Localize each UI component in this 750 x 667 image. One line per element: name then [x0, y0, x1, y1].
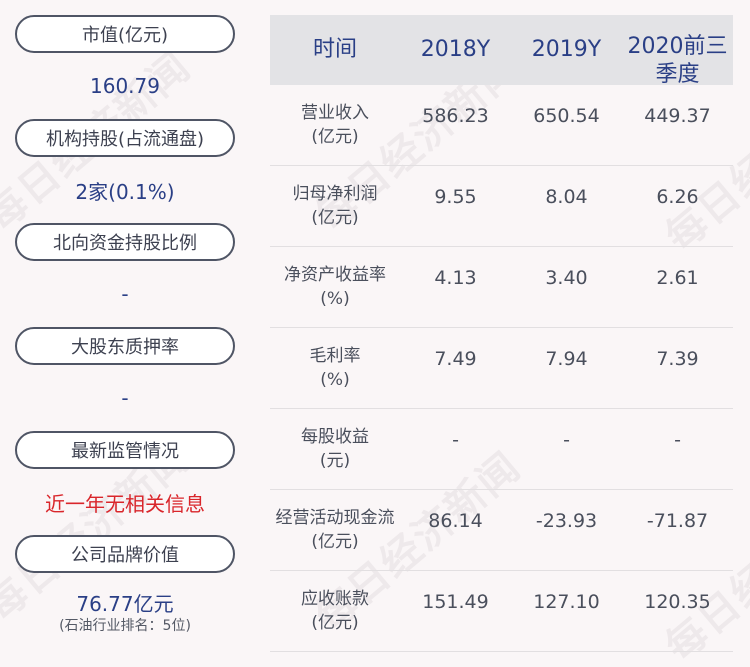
table-row: 经营活动现金流 (亿元) 86.14 -23.93 -71.87 [270, 490, 733, 571]
brand-value-block: 76.77亿元 (石油行业排名：5位) [15, 573, 235, 653]
row-label-unit: (%) [320, 370, 350, 390]
table-cell: 4.13 [434, 267, 477, 289]
table-cell: 127.10 [533, 591, 600, 613]
row-label: 净资产收益率 (%) [270, 247, 400, 327]
brand-rank: (石油行业排名：5位) [59, 618, 191, 634]
row-label-text: 归母净利润 [292, 184, 378, 204]
row-label-text: 经营活动现金流 [275, 508, 395, 528]
left-panel: 市值(亿元) 160.79 机构持股(占流通盘) 2家(0.1%) 北向资金持股… [15, 15, 235, 653]
row-label: 每股收益 (元) [270, 409, 400, 489]
brand-value: 76.77亿元 [76, 592, 174, 616]
table-cell: - [563, 429, 570, 451]
row-label: 归母净利润 (亿元) [270, 166, 400, 246]
regulation-label: 最新监管情况 [15, 431, 235, 469]
brand-value-label: 公司品牌价值 [15, 535, 235, 573]
table-cell: -23.93 [535, 510, 598, 532]
row-label-unit: (亿元) [311, 532, 359, 552]
table-cell: 586.23 [422, 105, 489, 127]
table-cell: 151.49 [422, 591, 489, 613]
row-label: 营业收入 (亿元) [270, 85, 400, 165]
table-row: 毛利率 (%) 7.49 7.94 7.39 [270, 328, 733, 409]
northbound-ratio-value: - [121, 282, 129, 306]
table-cell: 449.37 [644, 105, 711, 127]
row-label: 应收账款 (亿元) [270, 571, 400, 651]
table-cell: 650.54 [533, 105, 600, 127]
row-label-unit: (亿元) [311, 127, 359, 147]
table-cell: 9.55 [434, 186, 477, 208]
row-label-unit: (元) [319, 451, 351, 471]
table-row: 归母净利润 (亿元) 9.55 8.04 6.26 [270, 166, 733, 247]
pledge-rate-label: 大股东质押率 [15, 327, 235, 365]
table-cell: 8.04 [545, 186, 588, 208]
header-2019: 2019Y [531, 37, 602, 62]
table-row: 净资产收益率 (%) 4.13 3.40 2.61 [270, 247, 733, 328]
table-cell: 120.35 [644, 591, 711, 613]
header-2018: 2018Y [420, 37, 491, 62]
table-cell: 7.39 [656, 348, 699, 370]
table-row: 营业收入 (亿元) 586.23 650.54 449.37 [270, 85, 733, 166]
row-label-text: 毛利率 [309, 346, 361, 366]
institution-holding-value: 2家(0.1%) [75, 179, 175, 204]
table-cell: 7.49 [434, 348, 477, 370]
table-header: 时间 2018Y 2019Y 2020前三季度 [270, 15, 733, 87]
table-row: 应收账款 (亿元) 151.49 127.10 120.35 [270, 571, 733, 652]
row-label-text: 应收账款 [301, 589, 369, 609]
row-label: 经营活动现金流 (亿元) [270, 490, 400, 570]
table-row: 每股收益 (元) - - - [270, 409, 733, 490]
institution-holding-label: 机构持股(占流通盘) [15, 119, 235, 157]
table-cell: - [674, 429, 681, 451]
financial-table: 时间 2018Y 2019Y 2020前三季度 营业收入 (亿元) 586.23… [270, 15, 733, 652]
table-cell: - [452, 429, 459, 451]
row-label-text: 净资产收益率 [284, 265, 386, 285]
row-label-unit: (亿元) [311, 613, 359, 633]
market-cap-value: 160.79 [90, 74, 160, 98]
table-cell: -71.87 [646, 510, 709, 532]
row-label-text: 每股收益 [301, 427, 369, 447]
header-time: 时间 [312, 37, 357, 62]
table-cell: 7.94 [545, 348, 588, 370]
table-cell: 2.61 [656, 267, 699, 289]
table-cell: 6.26 [656, 186, 699, 208]
header-2020q3: 2020前三季度 [627, 34, 728, 87]
row-label-unit: (%) [320, 289, 350, 309]
row-label-unit: (亿元) [311, 208, 359, 228]
table-cell: 3.40 [545, 267, 588, 289]
row-label: 毛利率 (%) [270, 328, 400, 408]
market-cap-label: 市值(亿元) [15, 15, 235, 53]
table-cell: 86.14 [428, 510, 483, 532]
regulation-value: 近一年无相关信息 [45, 491, 205, 516]
northbound-ratio-label: 北向资金持股比例 [15, 223, 235, 261]
pledge-rate-value: - [121, 386, 129, 410]
row-label-text: 营业收入 [301, 103, 369, 123]
